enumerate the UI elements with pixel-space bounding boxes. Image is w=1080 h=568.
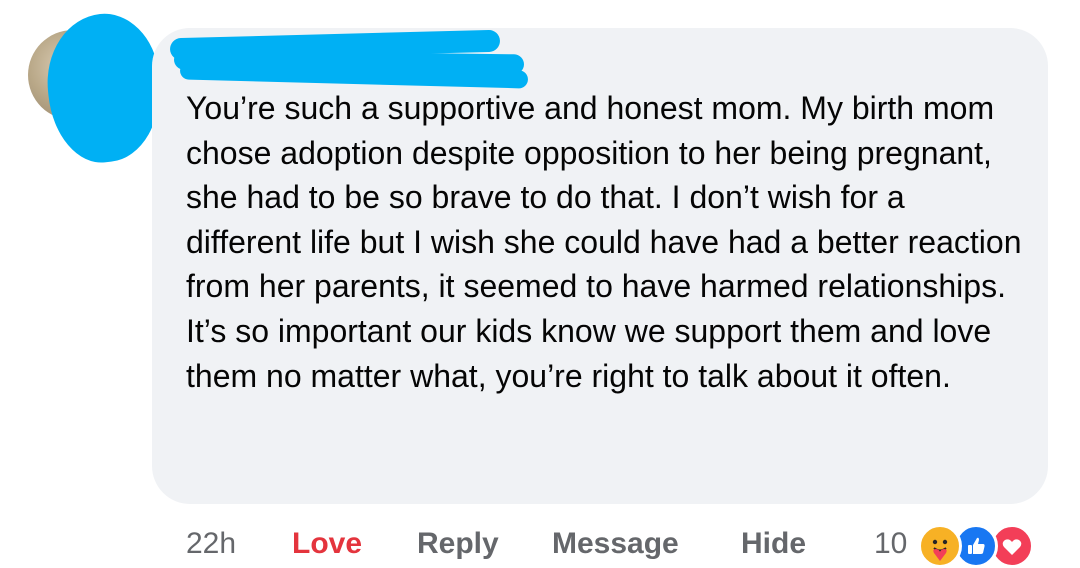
care-icon: [918, 524, 962, 568]
comment-actions: 22h Love Reply Message Hide 10: [186, 522, 1056, 568]
reaction-count[interactable]: 10: [874, 522, 907, 566]
comment-text: You’re such a supportive and honest mom.…: [186, 90, 1022, 394]
love-button[interactable]: Love: [292, 522, 362, 566]
reaction-summary[interactable]: [918, 524, 1068, 568]
message-button[interactable]: Message: [552, 522, 679, 566]
hide-button[interactable]: Hide: [741, 522, 806, 566]
timestamp[interactable]: 22h: [186, 522, 236, 566]
reply-button[interactable]: Reply: [417, 522, 499, 566]
author-name-redaction: [169, 29, 529, 89]
